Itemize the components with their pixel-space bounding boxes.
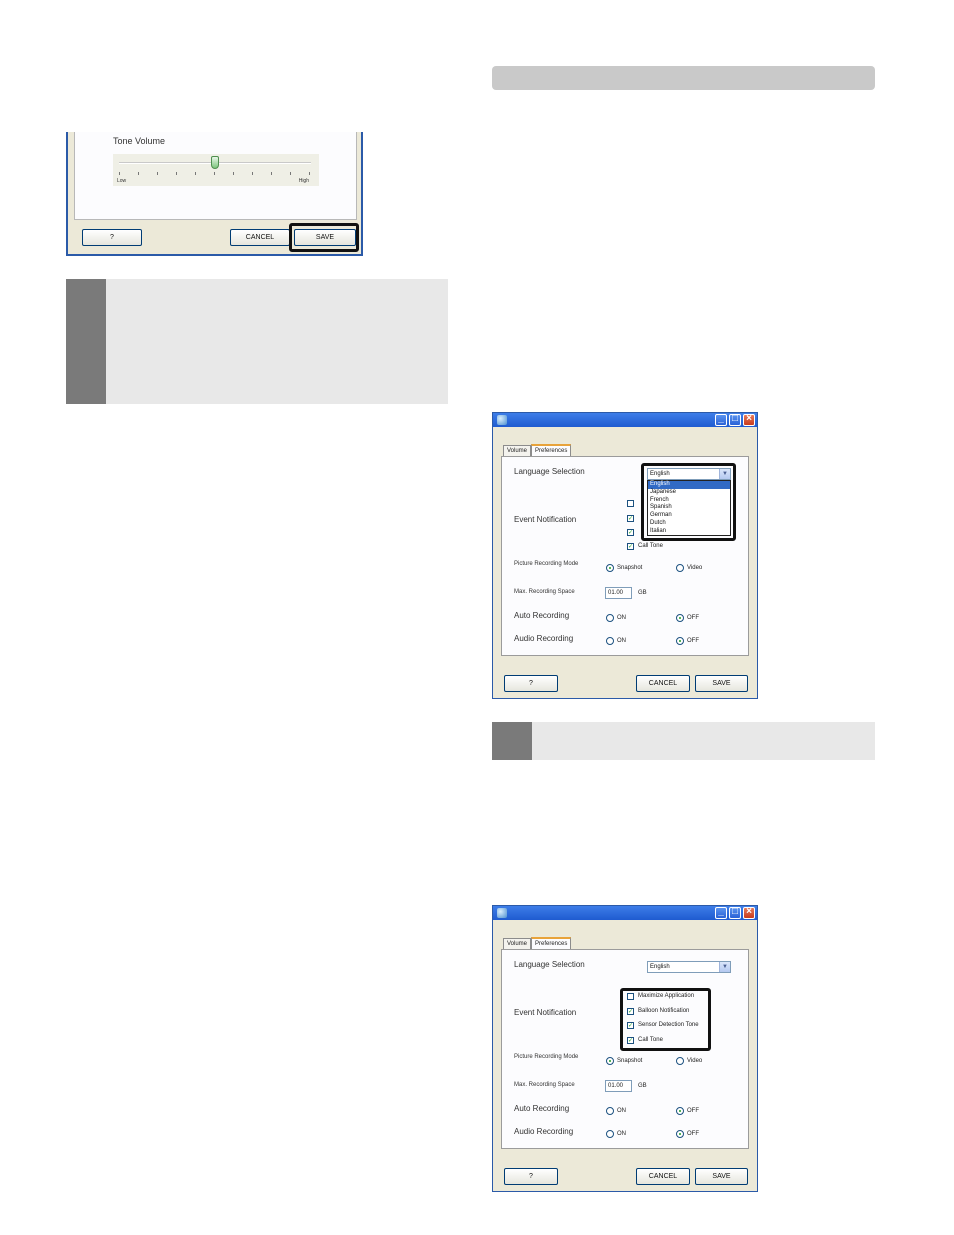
note-block bbox=[66, 279, 448, 404]
section-heading-bar bbox=[492, 66, 875, 90]
tab-preferences[interactable]: Preferences bbox=[531, 444, 572, 456]
picture-mode-label: Picture Recording Mode bbox=[514, 561, 579, 567]
call-tone-checkbox[interactable]: ✓ bbox=[627, 543, 634, 550]
note-block-tab bbox=[66, 279, 106, 404]
language-selection-label: Language Selection bbox=[514, 960, 585, 969]
sensor-detection-tone-checkbox[interactable]: ✓ bbox=[627, 529, 634, 536]
language-select-value: English bbox=[650, 964, 670, 970]
help-button[interactable]: ? bbox=[82, 229, 142, 246]
max-space-label: Max. Recording Space bbox=[514, 589, 575, 595]
tone-panel: Tone Volume Low High bbox=[74, 132, 357, 220]
audio-recording-on-radio[interactable] bbox=[606, 1130, 614, 1138]
audio-recording-on-radio[interactable] bbox=[606, 637, 614, 645]
max-space-unit: GB bbox=[638, 590, 647, 596]
video-radio[interactable] bbox=[676, 1057, 684, 1065]
audio-recording-on-label: ON bbox=[617, 1131, 626, 1137]
auto-recording-off-label: OFF bbox=[687, 615, 699, 621]
tab-volume[interactable]: Volume bbox=[503, 938, 532, 949]
tone-volume-label: Tone Volume bbox=[113, 136, 166, 146]
app-icon bbox=[497, 908, 507, 918]
tab-volume[interactable]: Volume bbox=[503, 445, 532, 456]
slider-high-label: High bbox=[298, 178, 309, 184]
cancel-button[interactable]: CANCEL bbox=[636, 1168, 690, 1185]
event-notification-label: Event Notification bbox=[514, 515, 577, 524]
max-space-input[interactable]: 01.00 bbox=[605, 587, 632, 599]
save-button[interactable]: SAVE bbox=[695, 1168, 748, 1185]
auto-recording-on-radio[interactable] bbox=[606, 614, 614, 622]
minimize-icon[interactable]: _ bbox=[715, 413, 727, 426]
video-label: Video bbox=[687, 1058, 703, 1064]
save-highlight-box bbox=[289, 223, 359, 252]
call-tone-label: Call Tone bbox=[638, 543, 663, 549]
title-bar: _ □ × bbox=[493, 413, 757, 427]
auto-recording-on-radio[interactable] bbox=[606, 1107, 614, 1115]
maximize-icon[interactable]: □ bbox=[729, 413, 741, 426]
slider-ticks bbox=[119, 172, 311, 175]
maximize-application-checkbox[interactable] bbox=[627, 500, 634, 507]
audio-recording-off-label: OFF bbox=[687, 638, 699, 644]
tab-preferences[interactable]: Preferences bbox=[531, 937, 572, 949]
slider-low-label: Low bbox=[117, 178, 127, 184]
audio-recording-off-label: OFF bbox=[687, 1131, 699, 1137]
top-dialog-crop: Tone Volume Low High ? CANCEL SAVE bbox=[66, 132, 363, 256]
app-icon bbox=[497, 415, 507, 425]
maximize-icon[interactable]: □ bbox=[729, 906, 741, 919]
picture-mode-label: Picture Recording Mode bbox=[514, 1054, 579, 1060]
event-highlight-box bbox=[620, 988, 711, 1051]
language-select[interactable]: English ▼ bbox=[647, 961, 731, 973]
snapshot-radio[interactable] bbox=[606, 1057, 614, 1065]
minimize-icon[interactable]: _ bbox=[715, 906, 727, 919]
help-button[interactable]: ? bbox=[504, 675, 558, 692]
auto-recording-off-radio[interactable] bbox=[676, 614, 684, 622]
max-space-unit: GB bbox=[638, 1083, 647, 1089]
language-highlight-box bbox=[641, 463, 736, 541]
tone-slider-thumb[interactable] bbox=[211, 156, 219, 169]
preferences-dialog-language: _ □ × Volume Preferences Language Select… bbox=[492, 412, 758, 699]
auto-recording-off-label: OFF bbox=[687, 1108, 699, 1114]
event-notification-label: Event Notification bbox=[514, 1008, 577, 1017]
auto-recording-on-label: ON bbox=[617, 615, 626, 621]
help-button[interactable]: ? bbox=[504, 1168, 558, 1185]
snapshot-label: Snapshot bbox=[617, 1058, 643, 1064]
max-space-label: Max. Recording Space bbox=[514, 1082, 575, 1088]
title-bar: _ □ × bbox=[493, 906, 757, 920]
audio-recording-off-radio[interactable] bbox=[676, 637, 684, 645]
auto-recording-label: Auto Recording bbox=[514, 1104, 570, 1113]
video-label: Video bbox=[687, 565, 703, 571]
auto-recording-on-label: ON bbox=[617, 1108, 626, 1114]
tone-slider-track-area: Low High bbox=[113, 154, 319, 186]
snapshot-radio[interactable] bbox=[606, 564, 614, 572]
close-icon[interactable]: × bbox=[743, 413, 755, 426]
cancel-button[interactable]: CANCEL bbox=[230, 229, 290, 246]
save-button[interactable]: SAVE bbox=[695, 675, 748, 692]
audio-recording-label: Audio Recording bbox=[514, 634, 574, 643]
auto-recording-label: Auto Recording bbox=[514, 611, 570, 620]
max-space-input[interactable]: 01.00 bbox=[605, 1080, 632, 1092]
close-icon[interactable]: × bbox=[743, 906, 755, 919]
audio-recording-off-radio[interactable] bbox=[676, 1130, 684, 1138]
cancel-button[interactable]: CANCEL bbox=[636, 675, 690, 692]
preferences-dialog-events: _ □ × Volume Preferences Language Select… bbox=[492, 905, 758, 1192]
step-bar-tab bbox=[492, 722, 532, 760]
language-selection-label: Language Selection bbox=[514, 467, 585, 476]
audio-recording-on-label: ON bbox=[617, 638, 626, 644]
auto-recording-off-radio[interactable] bbox=[676, 1107, 684, 1115]
snapshot-label: Snapshot bbox=[617, 565, 643, 571]
video-radio[interactable] bbox=[676, 564, 684, 572]
audio-recording-label: Audio Recording bbox=[514, 1127, 574, 1136]
step-bar bbox=[492, 722, 875, 760]
balloon-notification-checkbox[interactable]: ✓ bbox=[627, 515, 634, 522]
chevron-down-icon[interactable]: ▼ bbox=[719, 962, 730, 972]
